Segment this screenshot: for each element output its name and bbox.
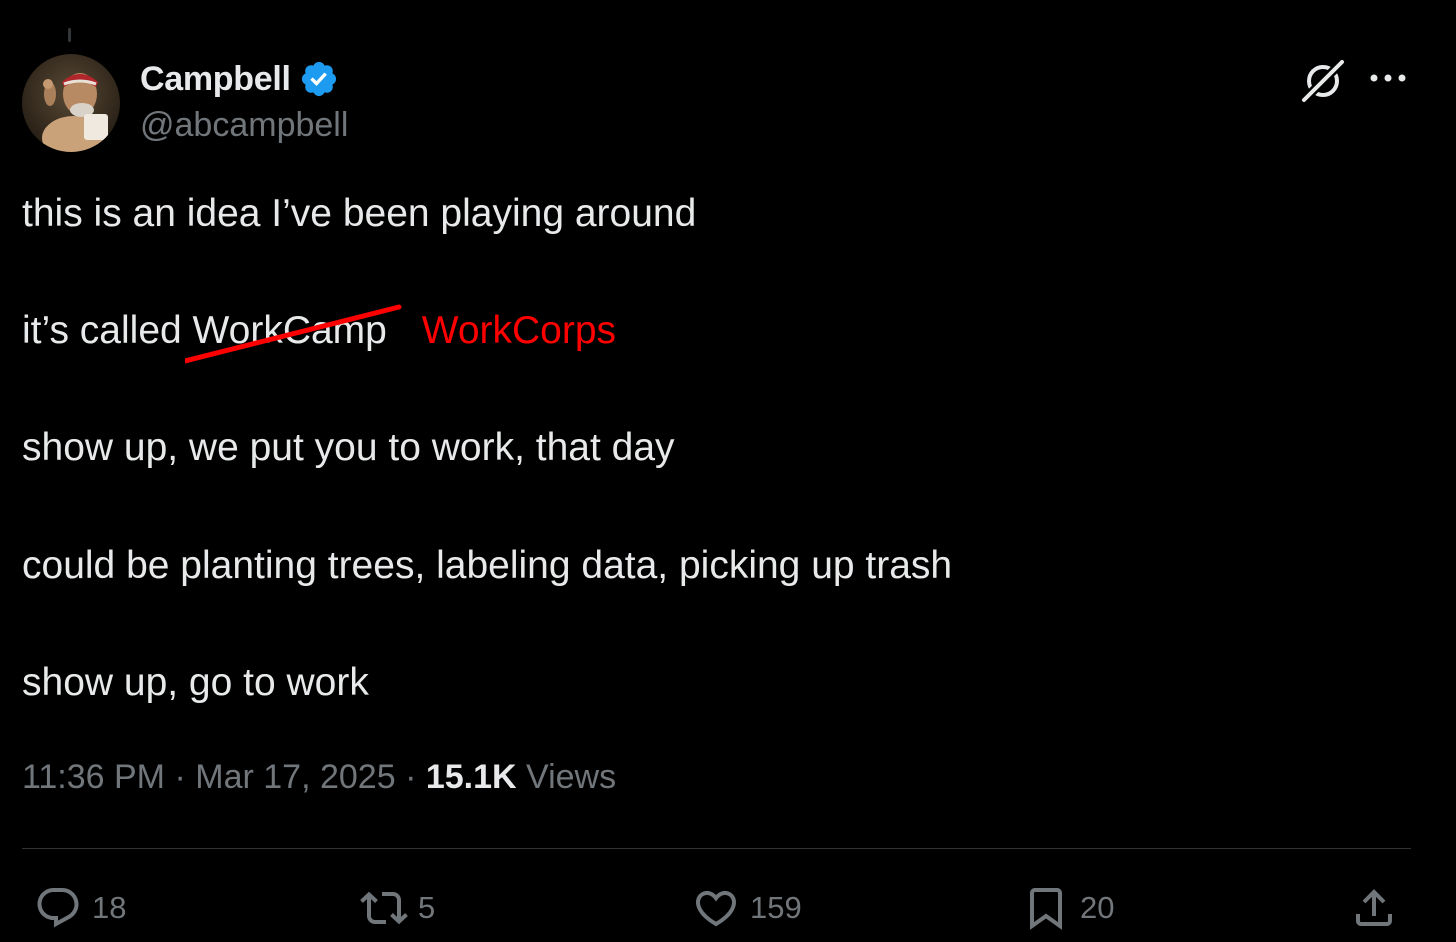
bookmark-icon xyxy=(1030,888,1062,930)
heart-icon xyxy=(695,891,737,927)
bookmark-button[interactable]: 20 xyxy=(1022,884,1114,932)
reply-count: 18 xyxy=(92,890,127,925)
author-handle[interactable]: @abcampbell xyxy=(140,106,348,145)
verified-badge-icon[interactable] xyxy=(299,59,339,99)
tweet-text-line-2: it’s called WorkCamp WorkCorps xyxy=(22,304,617,364)
author-display-name[interactable]: Campbell xyxy=(140,60,291,99)
thread-connector xyxy=(68,28,71,42)
repost-button[interactable]: 5 xyxy=(360,884,435,932)
tweet-text-line-1: this is an idea I’ve been playing around xyxy=(22,192,697,235)
tweet-text-line-3: show up, we put you to work, that day xyxy=(22,426,675,469)
tweet-time[interactable]: 11:36 PM xyxy=(22,758,165,796)
author-name-row[interactable]: Campbell xyxy=(140,58,339,100)
repost-count: 5 xyxy=(418,890,436,925)
reply-button[interactable]: 18 xyxy=(34,884,126,932)
share-icon xyxy=(1356,889,1392,926)
correction-word: WorkCorps xyxy=(421,309,617,352)
struck-word: WorkCamp xyxy=(184,304,402,364)
meta-separator: · xyxy=(174,758,186,796)
struck-word-text: WorkCamp xyxy=(192,309,387,352)
reply-icon xyxy=(37,888,79,928)
divider xyxy=(22,848,1411,849)
avatar[interactable] xyxy=(22,54,120,152)
views-count: 15.1K xyxy=(425,758,517,796)
tweet-text-line-4: could be planting trees, labeling data, … xyxy=(22,544,953,587)
more-icon[interactable] xyxy=(1366,58,1410,98)
grok-icon[interactable] xyxy=(1298,56,1348,106)
repost-icon xyxy=(360,891,408,925)
meta-separator: · xyxy=(405,758,417,796)
tweet-meta: 11:36 PM · Mar 17, 2025 · 15.1K Views xyxy=(22,758,616,797)
tweet-text-line-5: show up, go to work xyxy=(22,661,369,704)
views-label: Views xyxy=(526,758,617,796)
share-button[interactable] xyxy=(1350,884,1398,932)
tweet-date[interactable]: Mar 17, 2025 xyxy=(195,758,395,796)
like-count: 159 xyxy=(750,890,802,925)
bookmark-count: 20 xyxy=(1080,890,1115,925)
tweet-text-prefix: it’s called xyxy=(22,309,182,352)
like-button[interactable]: 159 xyxy=(692,884,802,932)
avatar-portrait-image xyxy=(22,54,120,152)
